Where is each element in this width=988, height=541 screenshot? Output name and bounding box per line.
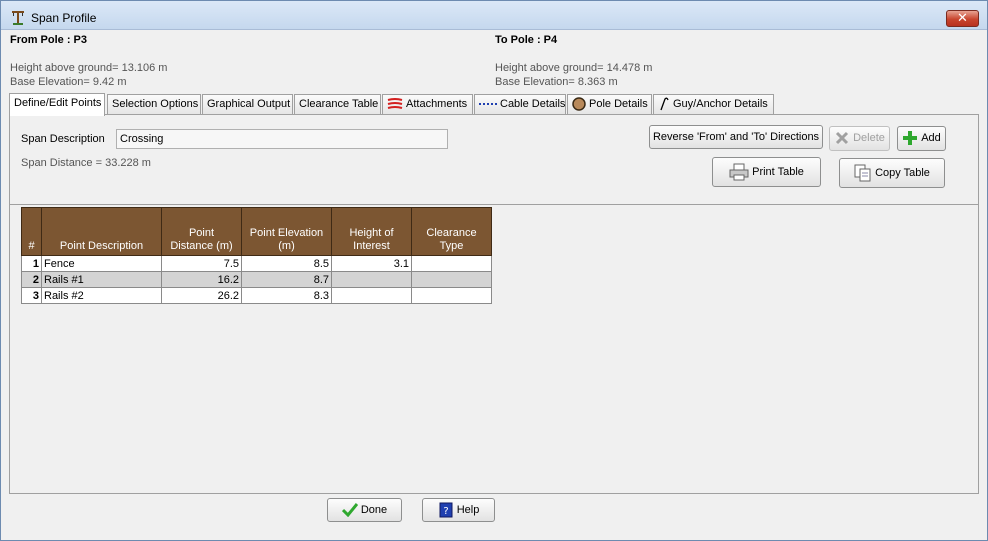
column-header-height-of-interest[interactable]: Height of Interest	[331, 207, 412, 256]
cell-elevation[interactable]: 8.5	[241, 255, 332, 272]
column-header-description[interactable]: Point Description	[41, 207, 162, 256]
close-button[interactable]: ✕	[946, 10, 979, 27]
pole-info-header: From Pole : P3 Height above ground= 13.1…	[2, 31, 986, 89]
tab-label: Cable Details	[500, 98, 566, 110]
dialog-button-bar: Done ? Help	[1, 494, 987, 540]
tab-define-edit-points[interactable]: Define/Edit Points	[9, 93, 105, 116]
from-pole-height: Height above ground= 13.106 m	[10, 62, 168, 74]
column-header-distance[interactable]: Point Distance (m)	[161, 207, 242, 256]
tab-label: Define/Edit Points	[14, 97, 102, 109]
from-pole-title: From Pole : P3	[10, 34, 88, 46]
tab-cable-details[interactable]: Cable Details	[474, 94, 566, 115]
row-index: 1	[21, 255, 42, 272]
done-button[interactable]: Done	[327, 498, 402, 522]
add-button[interactable]: Add	[897, 126, 946, 151]
tab-label: Pole Details	[589, 98, 648, 110]
to-pole-height: Height above ground= 14.478 m	[495, 62, 653, 74]
from-pole-elevation: Base Elevation= 9.42 m	[10, 76, 127, 88]
help-book-icon: ?	[439, 502, 453, 518]
cell-description[interactable]: Rails #2	[41, 287, 162, 304]
guy-anchor-icon	[660, 97, 669, 111]
button-label: Done	[360, 504, 388, 516]
span-settings-area: Span Description Span Distance = 33.228 …	[10, 115, 978, 205]
button-label: Reverse 'From' and 'To' Directions	[652, 131, 820, 143]
column-header-index[interactable]: #	[21, 207, 42, 256]
attachments-icon	[387, 97, 403, 109]
cell-distance[interactable]: 7.5	[161, 255, 242, 272]
span-distance: Span Distance = 33.228 m	[21, 157, 151, 169]
tab-label: Graphical Output	[207, 98, 291, 110]
span-description-label: Span Description	[21, 133, 105, 145]
pole-app-icon	[12, 11, 24, 25]
tab-label: Selection Options	[112, 98, 199, 110]
cell-height-of-interest[interactable]	[331, 271, 412, 288]
button-label: Add	[921, 132, 941, 144]
cell-height-of-interest[interactable]	[331, 287, 412, 304]
pole-icon	[572, 97, 586, 111]
cell-distance[interactable]: 16.2	[161, 271, 242, 288]
points-table: # Point Description Point Distance (m) P…	[21, 207, 492, 304]
table-row[interactable]: 1 Fence 7.5 8.5 3.1	[21, 255, 492, 272]
tab-label: Guy/Anchor Details	[673, 98, 768, 110]
close-icon: ✕	[957, 10, 968, 25]
tab-graphical-output[interactable]: Graphical Output	[202, 94, 293, 115]
title-bar[interactable]: Span Profile ✕	[1, 1, 987, 30]
print-table-button[interactable]: Print Table	[712, 157, 821, 187]
add-plus-icon	[903, 131, 918, 146]
reverse-directions-button[interactable]: Reverse 'From' and 'To' Directions	[649, 125, 823, 149]
points-grid: # Point Description Point Distance (m) P…	[21, 207, 492, 304]
tab-pole-details[interactable]: Pole Details	[567, 94, 652, 115]
printer-icon	[729, 163, 749, 181]
button-label: Copy Table	[875, 167, 930, 179]
tab-clearance-table[interactable]: Clearance Table	[294, 94, 381, 115]
cell-clearance-type[interactable]	[411, 271, 492, 288]
copy-icon	[854, 164, 871, 182]
to-pole-elevation: Base Elevation= 8.363 m	[495, 76, 618, 88]
tab-selection-options[interactable]: Selection Options	[107, 94, 201, 115]
window-title: Span Profile	[31, 11, 97, 25]
cell-elevation[interactable]: 8.7	[241, 271, 332, 288]
to-pole-title: To Pole : P4	[495, 34, 558, 46]
delete-x-icon	[836, 132, 849, 145]
cell-height-of-interest[interactable]: 3.1	[331, 255, 412, 272]
span-description-input[interactable]	[116, 129, 448, 149]
tab-guy-anchor-details[interactable]: Guy/Anchor Details	[653, 94, 774, 115]
cell-description[interactable]: Rails #1	[41, 271, 162, 288]
column-header-clearance-type[interactable]: Clearance Type	[411, 207, 492, 256]
tab-strip: Define/Edit Points Selection Options Gra…	[9, 93, 979, 116]
tab-attachments[interactable]: Attachments	[382, 94, 473, 115]
column-header-elevation[interactable]: Point Elevation (m)	[241, 207, 332, 256]
button-label: Delete	[853, 132, 885, 144]
help-button[interactable]: ? Help	[422, 498, 495, 522]
tab-label: Clearance Table	[299, 98, 379, 110]
cell-elevation[interactable]: 8.3	[241, 287, 332, 304]
tab-label: Attachments	[406, 98, 468, 110]
row-index: 2	[21, 271, 42, 288]
table-row[interactable]: 2 Rails #1 16.2 8.7	[21, 271, 492, 288]
button-label: Print Table	[752, 166, 804, 178]
copy-table-button[interactable]: Copy Table	[839, 158, 945, 188]
cell-description[interactable]: Fence	[41, 255, 162, 272]
cell-distance[interactable]: 26.2	[161, 287, 242, 304]
cell-clearance-type[interactable]	[411, 255, 492, 272]
delete-button[interactable]: Delete	[829, 126, 890, 151]
row-index: 3	[21, 287, 42, 304]
cell-clearance-type[interactable]	[411, 287, 492, 304]
span-profile-window: Span Profile ✕ From Pole : P3 Height abo…	[0, 0, 988, 541]
svg-text:?: ?	[443, 506, 448, 517]
define-edit-points-panel: Span Description Span Distance = 33.228 …	[9, 114, 979, 494]
cable-icon	[479, 103, 497, 106]
button-label: Help	[456, 504, 480, 516]
table-row[interactable]: 3 Rails #2 26.2 8.3	[21, 287, 492, 304]
checkmark-icon	[341, 503, 358, 518]
